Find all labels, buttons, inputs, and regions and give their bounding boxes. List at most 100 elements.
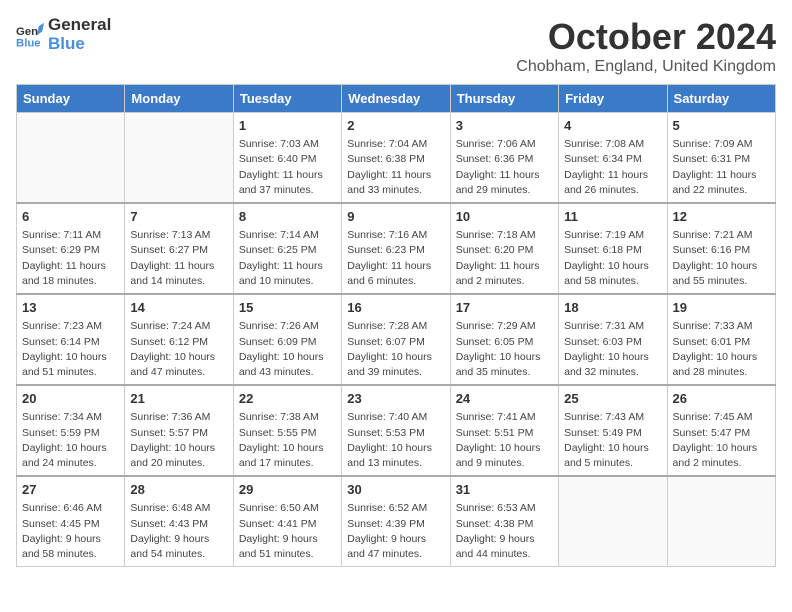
day-number: 22 bbox=[239, 390, 336, 408]
calendar-day-cell: 4 Sunrise: 7:08 AMSunset: 6:34 PMDaylight… bbox=[559, 113, 667, 204]
calendar-day-cell: 5 Sunrise: 7:09 AMSunset: 6:31 PMDaylight… bbox=[667, 113, 775, 204]
calendar-day-cell: 12Sunrise: 7:21 AMSunset: 6:16 PMDayligh… bbox=[667, 203, 775, 294]
day-number: 3 bbox=[456, 117, 553, 135]
day-of-week-header: Monday bbox=[125, 85, 233, 113]
calendar-day-cell: 15 Sunrise: 7:26 AMSunset: 6:09 PMDayligh… bbox=[233, 294, 341, 385]
calendar-week-row: 27 Sunrise: 6:46 AMSunset: 4:45 PMDayligh… bbox=[17, 476, 776, 567]
calendar-day-cell: 14Sunrise: 7:24 AMSunset: 6:12 PMDayligh… bbox=[125, 294, 233, 385]
day-number: 30 bbox=[347, 481, 444, 499]
calendar-day-cell bbox=[559, 476, 667, 567]
day-of-week-header: Wednesday bbox=[342, 85, 450, 113]
day-number: 1 bbox=[239, 117, 336, 135]
day-number: 29 bbox=[239, 481, 336, 499]
day-number: 18 bbox=[564, 299, 661, 317]
day-info: Sunrise: 6:50 AMSunset: 4:41 PMDaylight:… bbox=[239, 501, 336, 562]
calendar-day-cell: 23 Sunrise: 7:40 AMSunset: 5:53 PMDayligh… bbox=[342, 385, 450, 476]
calendar-day-cell: 9 Sunrise: 7:16 AMSunset: 6:23 PMDaylight… bbox=[342, 203, 450, 294]
day-number: 15 bbox=[239, 299, 336, 317]
day-info: Sunrise: 7:23 AMSunset: 6:14 PMDaylight:… bbox=[22, 319, 119, 380]
day-number: 27 bbox=[22, 481, 119, 499]
calendar-day-cell: 25Sunrise: 7:43 AMSunset: 5:49 PMDayligh… bbox=[559, 385, 667, 476]
day-number: 2 bbox=[347, 117, 444, 135]
day-number: 12 bbox=[673, 208, 770, 226]
calendar-week-row: 13 Sunrise: 7:23 AMSunset: 6:14 PMDayligh… bbox=[17, 294, 776, 385]
calendar-day-cell: 10 Sunrise: 7:18 AMSunset: 6:20 PMDayligh… bbox=[450, 203, 558, 294]
calendar-day-cell: 13 Sunrise: 7:23 AMSunset: 6:14 PMDayligh… bbox=[17, 294, 125, 385]
calendar-table: SundayMondayTuesdayWednesdayThursdayFrid… bbox=[16, 84, 776, 567]
header: Gen Blue General Blue October 2024 Chobh… bbox=[16, 16, 776, 76]
day-number: 16 bbox=[347, 299, 444, 317]
day-number: 21 bbox=[130, 390, 227, 408]
calendar-day-cell: 1Sunrise: 7:03 AMSunset: 6:40 PMDaylight… bbox=[233, 113, 341, 204]
day-info: Sunrise: 7:16 AMSunset: 6:23 PMDaylight:… bbox=[347, 228, 444, 289]
calendar-day-cell: 21 Sunrise: 7:36 AMSunset: 5:57 PMDayligh… bbox=[125, 385, 233, 476]
day-info: Sunrise: 7:08 AMSunset: 6:34 PMDaylight:… bbox=[564, 137, 661, 198]
day-number: 10 bbox=[456, 208, 553, 226]
day-of-week-header: Thursday bbox=[450, 85, 558, 113]
day-info: Sunrise: 7:36 AMSunset: 5:57 PMDaylight:… bbox=[130, 410, 227, 471]
day-info: Sunrise: 7:04 AMSunset: 6:38 PMDaylight:… bbox=[347, 137, 444, 198]
calendar-day-cell: 3 Sunrise: 7:06 AMSunset: 6:36 PMDaylight… bbox=[450, 113, 558, 204]
day-info: Sunrise: 7:33 AMSunset: 6:01 PMDaylight:… bbox=[673, 319, 770, 380]
title-area: October 2024 Chobham, England, United Ki… bbox=[516, 16, 776, 76]
logo: Gen Blue General Blue bbox=[16, 16, 111, 53]
day-number: 20 bbox=[22, 390, 119, 408]
day-info: Sunrise: 7:45 AMSunset: 5:47 PMDaylight:… bbox=[673, 410, 770, 471]
day-info: Sunrise: 7:06 AMSunset: 6:36 PMDaylight:… bbox=[456, 137, 553, 198]
calendar-day-cell: 19 Sunrise: 7:33 AMSunset: 6:01 PMDayligh… bbox=[667, 294, 775, 385]
calendar-day-cell: 22 Sunrise: 7:38 AMSunset: 5:55 PMDayligh… bbox=[233, 385, 341, 476]
day-of-week-header: Sunday bbox=[17, 85, 125, 113]
calendar-day-cell: 18 Sunrise: 7:31 AMSunset: 6:03 PMDayligh… bbox=[559, 294, 667, 385]
day-info: Sunrise: 7:18 AMSunset: 6:20 PMDaylight:… bbox=[456, 228, 553, 289]
day-info: Sunrise: 6:52 AMSunset: 4:39 PMDaylight:… bbox=[347, 501, 444, 562]
day-info: Sunrise: 6:46 AMSunset: 4:45 PMDaylight:… bbox=[22, 501, 119, 562]
calendar-week-row: 20Sunrise: 7:34 AMSunset: 5:59 PMDayligh… bbox=[17, 385, 776, 476]
day-number: 4 bbox=[564, 117, 661, 135]
day-info: Sunrise: 7:43 AMSunset: 5:49 PMDaylight:… bbox=[564, 410, 661, 471]
day-info: Sunrise: 7:09 AMSunset: 6:31 PMDaylight:… bbox=[673, 137, 770, 198]
logo-icon: Gen Blue bbox=[16, 21, 44, 49]
day-info: Sunrise: 7:24 AMSunset: 6:12 PMDaylight:… bbox=[130, 319, 227, 380]
calendar-day-cell: 24Sunrise: 7:41 AMSunset: 5:51 PMDayligh… bbox=[450, 385, 558, 476]
day-info: Sunrise: 7:29 AMSunset: 6:05 PMDaylight:… bbox=[456, 319, 553, 380]
day-number: 8 bbox=[239, 208, 336, 226]
day-number: 6 bbox=[22, 208, 119, 226]
day-number: 19 bbox=[673, 299, 770, 317]
day-number: 23 bbox=[347, 390, 444, 408]
day-info: Sunrise: 7:19 AMSunset: 6:18 PMDaylight:… bbox=[564, 228, 661, 289]
calendar-header-row: SundayMondayTuesdayWednesdayThursdayFrid… bbox=[17, 85, 776, 113]
day-of-week-header: Friday bbox=[559, 85, 667, 113]
day-info: Sunrise: 7:26 AMSunset: 6:09 PMDaylight:… bbox=[239, 319, 336, 380]
day-number: 31 bbox=[456, 481, 553, 499]
month-title: October 2024 bbox=[516, 16, 776, 58]
day-info: Sunrise: 7:11 AMSunset: 6:29 PMDaylight:… bbox=[22, 228, 119, 289]
calendar-day-cell: 30 Sunrise: 6:52 AMSunset: 4:39 PMDayligh… bbox=[342, 476, 450, 567]
calendar-week-row: 6 Sunrise: 7:11 AMSunset: 6:29 PMDaylight… bbox=[17, 203, 776, 294]
calendar-day-cell: 17Sunrise: 7:29 AMSunset: 6:05 PMDayligh… bbox=[450, 294, 558, 385]
calendar-day-cell: 6 Sunrise: 7:11 AMSunset: 6:29 PMDaylight… bbox=[17, 203, 125, 294]
day-info: Sunrise: 6:48 AMSunset: 4:43 PMDaylight:… bbox=[130, 501, 227, 562]
calendar-day-cell: 11Sunrise: 7:19 AMSunset: 6:18 PMDayligh… bbox=[559, 203, 667, 294]
day-info: Sunrise: 7:31 AMSunset: 6:03 PMDaylight:… bbox=[564, 319, 661, 380]
day-number: 28 bbox=[130, 481, 227, 499]
calendar-day-cell: 31Sunrise: 6:53 AMSunset: 4:38 PMDayligh… bbox=[450, 476, 558, 567]
calendar-day-cell: 7Sunrise: 7:13 AMSunset: 6:27 PMDaylight… bbox=[125, 203, 233, 294]
day-info: Sunrise: 7:40 AMSunset: 5:53 PMDaylight:… bbox=[347, 410, 444, 471]
location-subtitle: Chobham, England, United Kingdom bbox=[516, 58, 776, 76]
day-number: 9 bbox=[347, 208, 444, 226]
day-of-week-header: Tuesday bbox=[233, 85, 341, 113]
calendar-day-cell: 16Sunrise: 7:28 AMSunset: 6:07 PMDayligh… bbox=[342, 294, 450, 385]
day-info: Sunrise: 7:13 AMSunset: 6:27 PMDaylight:… bbox=[130, 228, 227, 289]
calendar-day-cell: 27 Sunrise: 6:46 AMSunset: 4:45 PMDayligh… bbox=[17, 476, 125, 567]
logo-line2: Blue bbox=[48, 35, 111, 54]
day-number: 13 bbox=[22, 299, 119, 317]
day-number: 26 bbox=[673, 390, 770, 408]
calendar-day-cell bbox=[125, 113, 233, 204]
calendar-day-cell: 8Sunrise: 7:14 AMSunset: 6:25 PMDaylight… bbox=[233, 203, 341, 294]
day-info: Sunrise: 7:38 AMSunset: 5:55 PMDaylight:… bbox=[239, 410, 336, 471]
calendar-day-cell: 20Sunrise: 7:34 AMSunset: 5:59 PMDayligh… bbox=[17, 385, 125, 476]
calendar-day-cell bbox=[17, 113, 125, 204]
calendar-week-row: 1Sunrise: 7:03 AMSunset: 6:40 PMDaylight… bbox=[17, 113, 776, 204]
calendar-day-cell: 2 Sunrise: 7:04 AMSunset: 6:38 PMDaylight… bbox=[342, 113, 450, 204]
day-number: 5 bbox=[673, 117, 770, 135]
